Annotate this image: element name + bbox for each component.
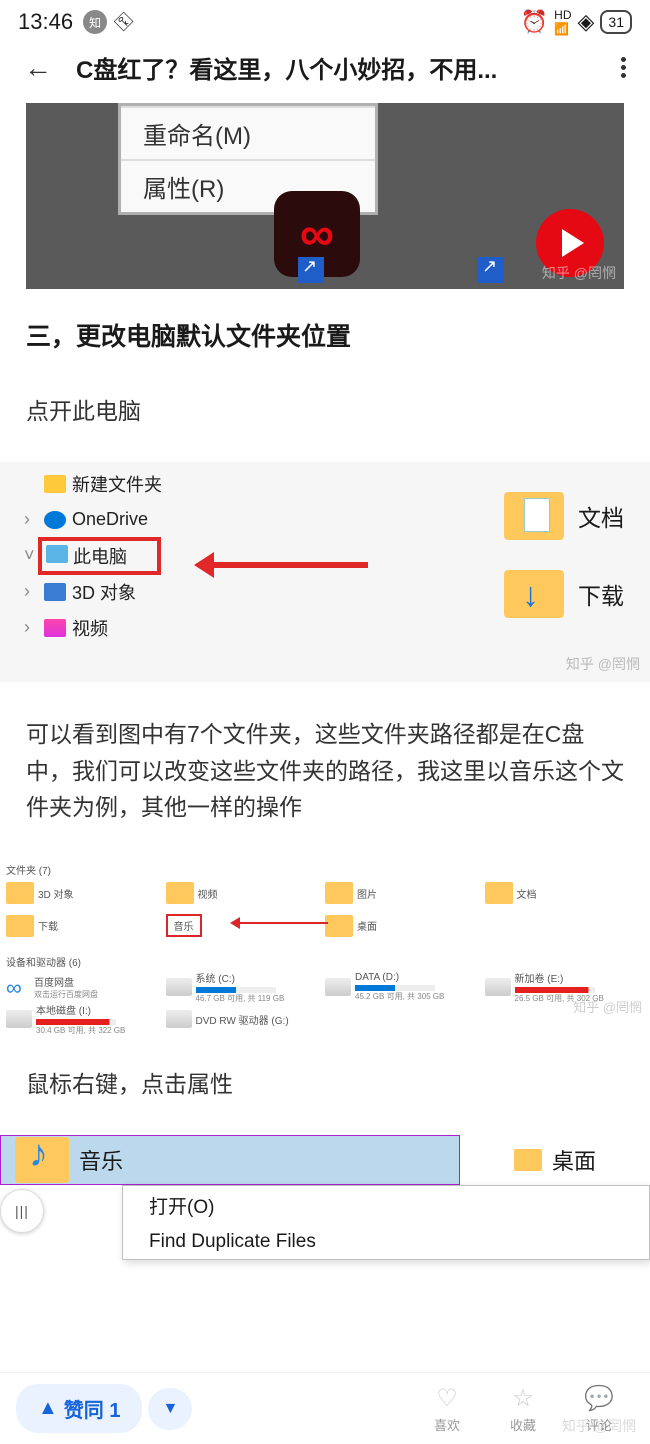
image-watermark: 知乎 @罔惘 bbox=[542, 263, 616, 283]
article-image-this-pc: 新建文件夹 ›OneDrive ˅ 此电脑 ›3D 对象 ›视频 文档 下载 知… bbox=[0, 462, 650, 682]
drive-d: DATA (D:) bbox=[355, 972, 444, 983]
baidu-icon bbox=[6, 975, 30, 999]
page-title: C盘红了？看这里，八个小妙招，不用... bbox=[76, 50, 597, 85]
3d-objects-icon bbox=[44, 583, 66, 601]
alarm-icon: ⏰ bbox=[521, 9, 548, 35]
folder-icon bbox=[6, 915, 34, 937]
wifi-icon: ◈ bbox=[578, 9, 595, 35]
tree-new-folder: 新建文件夹 bbox=[72, 471, 162, 497]
vpn-key-icon: ⚿ bbox=[111, 8, 138, 35]
music-folder-icon bbox=[15, 1137, 69, 1183]
signal-icon: HD📶 bbox=[554, 8, 571, 36]
folder-pictures: 图片 bbox=[357, 886, 377, 901]
shortcut-arrow-icon bbox=[478, 257, 504, 283]
page-watermark: 知乎 @罔惘 bbox=[562, 1416, 636, 1436]
shortcut-arrow-icon bbox=[298, 257, 324, 283]
pause-indicator-icon bbox=[0, 1189, 44, 1233]
folder-desktop: 桌面 bbox=[357, 918, 377, 933]
drive-c: 系统 (C:) bbox=[196, 970, 285, 985]
drive-local: 本地磁盘 (I:) bbox=[36, 1002, 125, 1017]
drive-icon bbox=[325, 978, 351, 996]
ctx-menu-find-duplicate: Find Duplicate Files bbox=[123, 1225, 649, 1259]
folder-downloads: 下载 bbox=[578, 577, 624, 611]
folder-docs: 文档 bbox=[517, 886, 537, 901]
paragraph: 点开此电脑 bbox=[0, 393, 650, 430]
drive-e: 新加卷 (E:) bbox=[515, 970, 604, 985]
folder-icon bbox=[485, 882, 513, 904]
annotation-arrow bbox=[238, 922, 328, 924]
tree-this-pc: 此电脑 bbox=[73, 547, 127, 567]
drive-baidu: 百度网盘 bbox=[34, 974, 98, 989]
folder-3d: 3D 对象 bbox=[38, 886, 74, 901]
annotation-arrow bbox=[208, 562, 368, 568]
bottom-action-bar: ▲ 赞同 1 ▼ ♡喜欢 ☆收藏 💬评论 知乎 @罔惘 bbox=[0, 1372, 650, 1444]
folder-music-selected: 音乐 bbox=[79, 1144, 123, 1176]
article-image-drives: 文件夹 (7) 3D 对象 视频 图片 文档 下载 音乐 桌面 设备和驱动器 (… bbox=[0, 858, 650, 1036]
article-image-context-menu: 重命名(M) 属性(R) 知乎 @罔惘 bbox=[26, 103, 624, 289]
drive-icon bbox=[166, 978, 192, 996]
back-arrow-icon[interactable]: ← bbox=[24, 52, 52, 84]
title-bar: ← C盘红了？看这里，八个小妙招，不用... bbox=[0, 40, 650, 103]
dvd-icon bbox=[166, 1010, 192, 1028]
paragraph: 可以看到图中有7个文件夹，这些文件夹路径都是在C盘中，我们可以改变这些文件夹的路… bbox=[0, 716, 650, 826]
downvote-button[interactable]: ▼ bbox=[148, 1388, 192, 1430]
heart-icon: ♡ bbox=[436, 1384, 458, 1413]
upvote-button[interactable]: ▲ 赞同 1 bbox=[16, 1384, 142, 1433]
tree-3d: 3D 对象 bbox=[72, 579, 136, 605]
documents-folder-icon bbox=[504, 492, 564, 540]
app-badge-icon: 知 bbox=[83, 10, 107, 34]
ctx-menu-rename: 重命名(M) bbox=[121, 106, 375, 159]
folder-video: 视频 bbox=[198, 886, 218, 901]
comment-icon: 💬 bbox=[584, 1384, 614, 1413]
paragraph: 鼠标右键，点击属性 bbox=[0, 1066, 650, 1103]
folder-documents: 文档 bbox=[578, 499, 624, 533]
star-icon: ☆ bbox=[512, 1384, 534, 1413]
folder-downloads: 下载 bbox=[38, 918, 58, 933]
downloads-folder-icon bbox=[504, 570, 564, 618]
section-label-drives: 设备和驱动器 (6) bbox=[6, 954, 81, 969]
like-button[interactable]: ♡喜欢 bbox=[412, 1384, 482, 1434]
tree-video: 视频 bbox=[72, 615, 108, 641]
drive-icon bbox=[6, 1010, 32, 1028]
folder-icon bbox=[6, 882, 34, 904]
folder-icon bbox=[514, 1149, 542, 1171]
folder-icon bbox=[325, 915, 353, 937]
image-watermark: 知乎 @罔惘 bbox=[573, 997, 642, 1016]
ctx-menu-open: 打开(O) bbox=[123, 1186, 649, 1225]
battery-status: 31 bbox=[600, 10, 632, 34]
folder-icon bbox=[166, 882, 194, 904]
more-menu-icon[interactable] bbox=[621, 57, 626, 78]
drive-dvd: DVD RW 驱动器 (G:) bbox=[196, 1012, 289, 1027]
folder-icon bbox=[44, 475, 66, 493]
pc-icon bbox=[46, 545, 68, 563]
favorite-button[interactable]: ☆收藏 bbox=[488, 1384, 558, 1434]
article-image-properties-menu: 音乐 桌面 打开(O) Find Duplicate Files bbox=[0, 1135, 650, 1253]
drive-icon bbox=[485, 978, 511, 996]
folder-music: 音乐 bbox=[174, 922, 194, 933]
folder-desktop: 桌面 bbox=[552, 1144, 596, 1176]
folder-icon bbox=[325, 882, 353, 904]
section-label-folders: 文件夹 (7) bbox=[6, 862, 51, 877]
tree-onedrive: OneDrive bbox=[72, 509, 148, 530]
video-icon bbox=[44, 619, 66, 637]
onedrive-icon bbox=[44, 511, 66, 529]
image-watermark: 知乎 @罔惘 bbox=[566, 654, 640, 674]
status-time: 13:46 bbox=[18, 9, 73, 35]
context-menu: 打开(O) Find Duplicate Files bbox=[122, 1185, 650, 1260]
section-heading: 三，更改电脑默认文件夹位置 bbox=[0, 317, 650, 353]
status-bar: 13:46 知 ⚿ ⏰ HD📶 ◈ 31 bbox=[0, 0, 650, 40]
